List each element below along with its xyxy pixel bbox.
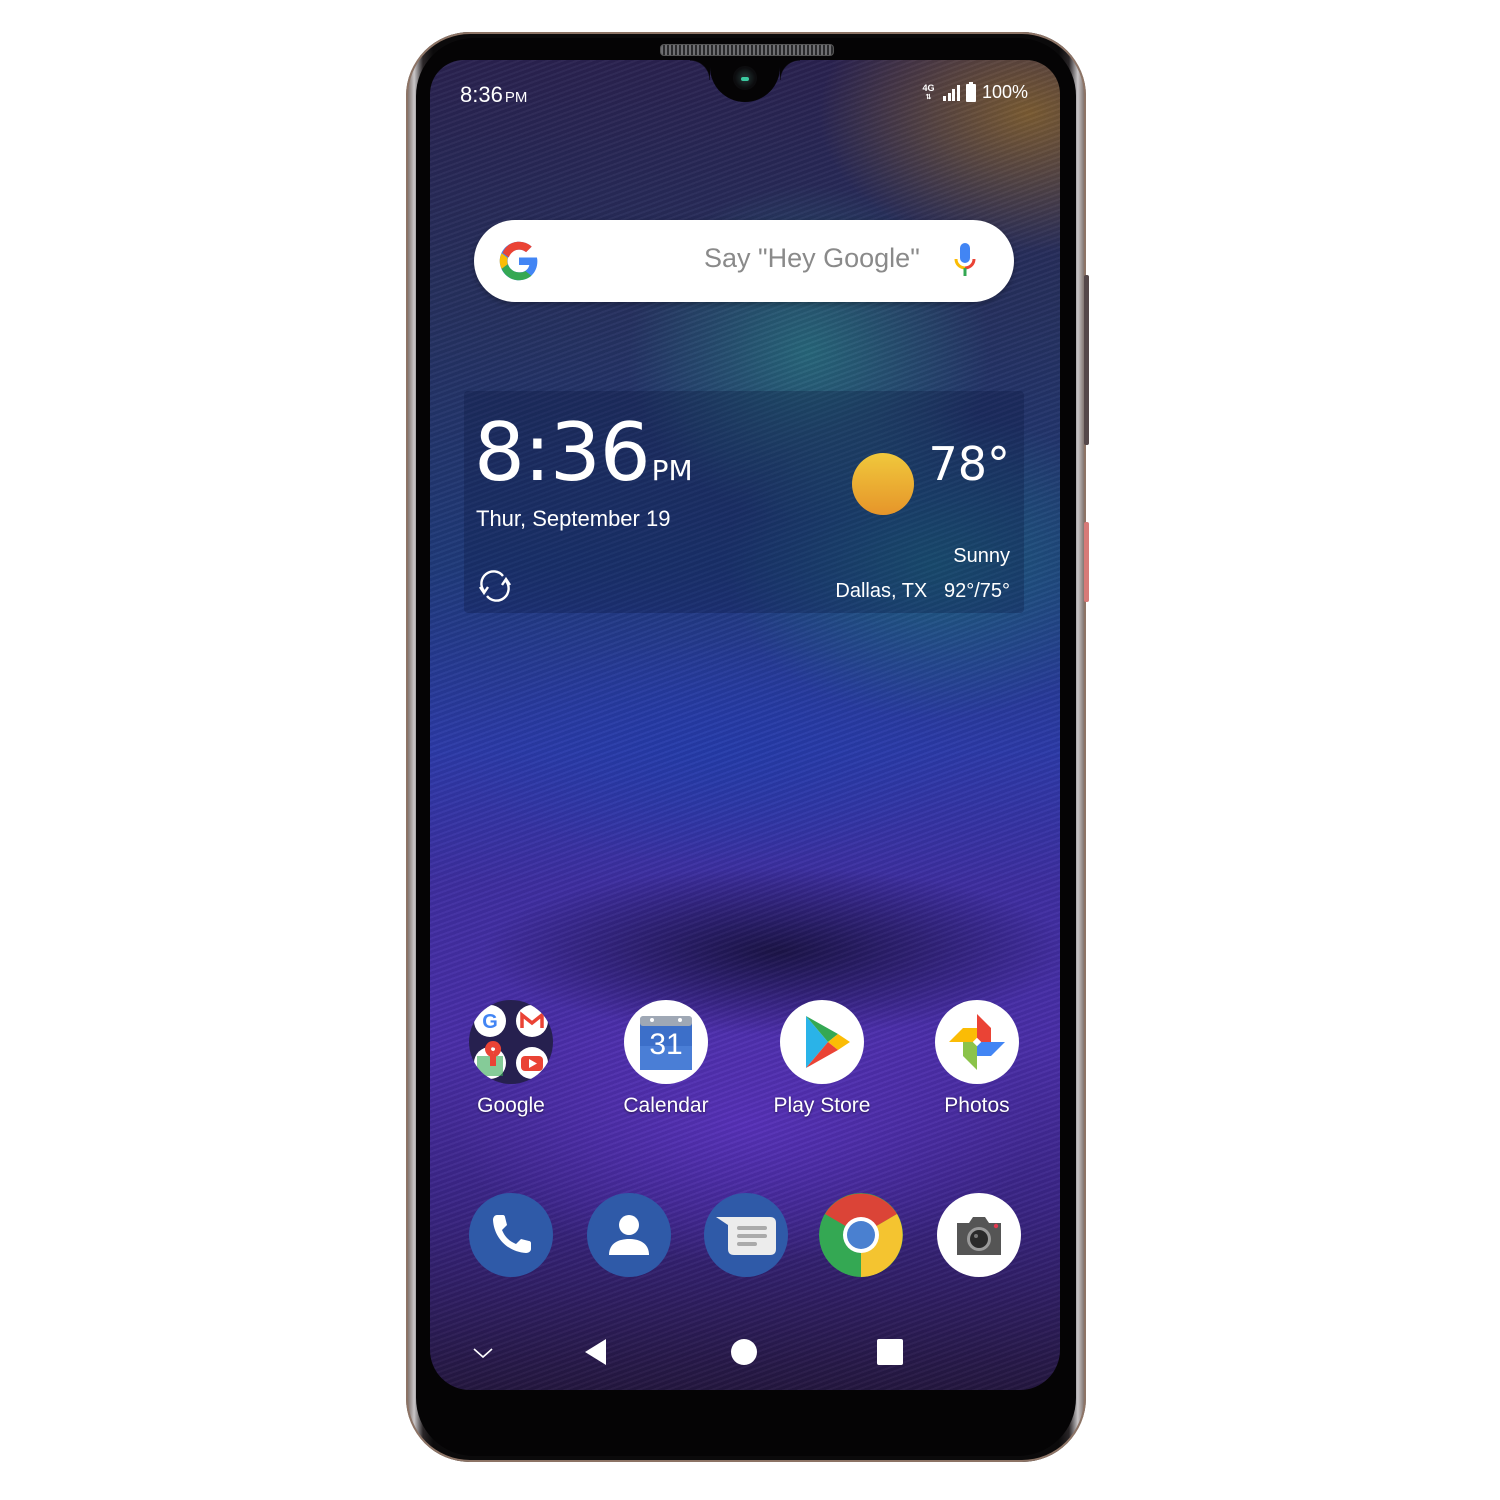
navigation-bar — [430, 1322, 1060, 1382]
widget-clock: 8:36PM — [474, 413, 693, 511]
battery-icon — [965, 81, 976, 102]
search-placeholder: Say "Hey Google" — [704, 243, 920, 273]
home-icon[interactable] — [731, 1339, 757, 1365]
signal-icon — [943, 84, 960, 101]
photos-icon — [935, 1000, 1019, 1084]
google-search-bar[interactable]: Say "Hey Google" — [474, 220, 1014, 302]
google-folder-icon: G — [469, 1000, 553, 1084]
clock-weather-widget[interactable]: 8:36PM Thur, September 19 78° Sunny Dall… — [464, 391, 1024, 613]
widget-date: Thur, September 19 — [476, 506, 671, 531]
microphone-icon[interactable] — [954, 242, 976, 280]
svg-text:G: G — [482, 1011, 498, 1033]
volume-button — [1084, 275, 1089, 445]
hide-nav-chevron-icon[interactable] — [472, 1346, 494, 1360]
phone-icon[interactable] — [469, 1193, 553, 1277]
network-4g-icon: 4G ⇅ — [919, 82, 937, 102]
calendar-date-number: 31 — [649, 1028, 683, 1061]
sun-icon — [852, 453, 914, 515]
app-photos[interactable]: Photos — [907, 1000, 1047, 1118]
widget-temperature: 78° — [928, 437, 1010, 491]
back-icon[interactable] — [584, 1338, 608, 1366]
app-label: Calendar — [623, 1094, 709, 1117]
app-label: Play Store — [773, 1094, 871, 1117]
app-calendar[interactable]: 31 Calendar — [596, 1000, 736, 1118]
widget-location: Dallas, TX — [835, 580, 928, 602]
network-label: 4G — [922, 82, 935, 93]
front-camera-icon — [733, 66, 757, 90]
camera-icon[interactable] — [937, 1193, 1021, 1277]
status-time-value: 8:36 — [460, 82, 503, 107]
app-label: Photos — [944, 1094, 1010, 1117]
widget-condition: Sunny — [953, 545, 1010, 567]
messages-icon[interactable] — [704, 1193, 788, 1277]
play-store-icon — [780, 1000, 864, 1084]
google-g-icon — [499, 241, 538, 281]
contacts-icon[interactable] — [587, 1193, 671, 1277]
app-label: Google — [477, 1094, 545, 1117]
camera-notch — [690, 60, 800, 102]
widget-ampm: PM — [651, 454, 693, 487]
widget-high-low: 92°/75° — [943, 580, 1010, 602]
refresh-icon[interactable] — [476, 567, 514, 605]
home-screen: 8:36 PM 4G ⇅ 100% Say "Hey Google" 8:36P… — [430, 60, 1060, 1390]
calendar-icon: 31 — [624, 1000, 708, 1084]
status-ampm: PM — [504, 89, 528, 106]
power-button — [1084, 522, 1089, 602]
earpiece-speaker — [660, 44, 834, 56]
chrome-icon[interactable] — [819, 1193, 903, 1277]
status-icons: 4G ⇅ 100% — [919, 81, 1028, 103]
app-play-store[interactable]: Play Store — [752, 1000, 892, 1118]
widget-time: 8:36 — [474, 406, 651, 499]
status-time: 8:36 PM — [460, 82, 527, 108]
app-google-folder[interactable]: G Google — [441, 1000, 581, 1118]
recents-icon[interactable] — [877, 1339, 903, 1365]
battery-percent: 100% — [981, 82, 1028, 102]
widget-location-line: Dallas, TX 92°/75° — [835, 580, 1010, 603]
